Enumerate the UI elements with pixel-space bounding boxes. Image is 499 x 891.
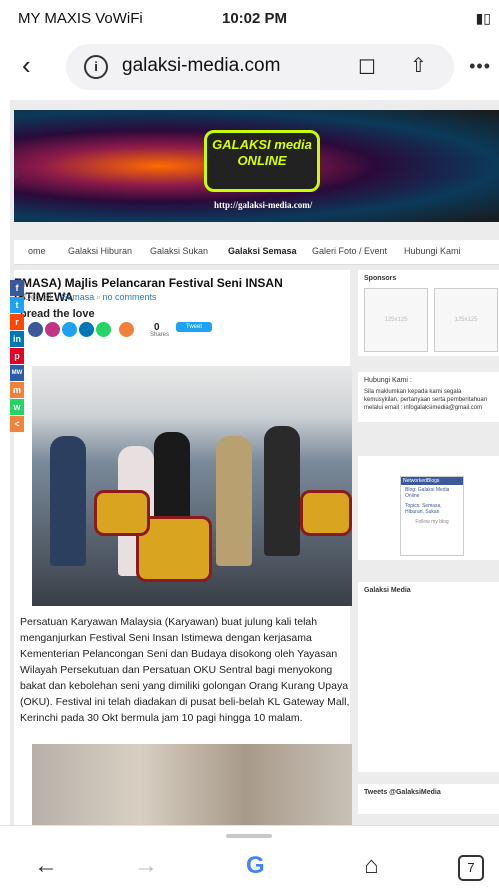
url-text[interactable]: galaksi-media.com [122, 55, 280, 77]
browser-toolbar: ‹ i galaksi-media.com ☐ ⇧ ••• [0, 36, 499, 98]
drum-image [94, 490, 150, 536]
logo-text: GALAKSI media ONLINE [212, 137, 312, 168]
sponsors-widget: Sponsors 125x125 125x125 [358, 270, 499, 356]
tweet-button[interactable]: Tweet [176, 322, 212, 332]
galaksi-media-widget: Galaksi Media [358, 582, 499, 772]
share-buttons [28, 322, 136, 340]
post-category[interactable]: Semasa [61, 292, 94, 302]
more-menu-icon[interactable]: ••• [469, 56, 491, 77]
tweets-widget: Tweets @GalaksiMedia [358, 784, 499, 814]
left-share-count: 0 [14, 170, 19, 179]
mix-icon[interactable]: m [10, 382, 24, 398]
facebook-icon[interactable] [28, 322, 43, 337]
article-meta: Oct. 31 ▫ Semasa ▫ no comments [24, 292, 157, 302]
sheet-handle[interactable] [226, 834, 272, 838]
contact-text: Sila maklumkan kepada kami segala kemusy… [364, 389, 488, 411]
photo-person [50, 436, 86, 566]
whatsapp-icon[interactable]: w [10, 399, 24, 415]
nb-topics: Topics: Semasa, Hiburan, Sukan [405, 503, 442, 515]
tweets-heading[interactable]: Tweets @GalaksiMedia [364, 789, 441, 796]
article-photo[interactable] [32, 366, 352, 606]
article-photo-collage[interactable] [32, 744, 352, 825]
linkedin-icon[interactable] [79, 322, 94, 337]
spread-label: pread the love [20, 308, 95, 320]
tab-switcher-button[interactable]: 7 [458, 855, 484, 881]
share-icon[interactable] [119, 322, 134, 337]
share-icon[interactable]: ⇧ [410, 53, 427, 78]
share-icon[interactable]: < [10, 416, 24, 432]
info-icon[interactable]: i [84, 55, 108, 79]
nb-blog: Blog: Galaksi Media Online [405, 487, 450, 499]
bookmark-icon[interactable]: ☐ [358, 55, 376, 80]
reddit-icon[interactable]: r [10, 314, 24, 330]
nav-galeri[interactable]: Galeri Foto / Event [312, 246, 387, 256]
home-icon[interactable]: ⌂ [364, 852, 379, 880]
contact-heading: Hubungi Kami : [364, 377, 412, 384]
contact-widget: Hubungi Kami : Sila maklumkan kepada kam… [358, 372, 499, 422]
back-arrow-icon[interactable]: ← [34, 852, 58, 880]
linkedin-icon[interactable]: in [10, 331, 24, 347]
web-content[interactable]: GALAKSI media ONLINE http://galaksi-medi… [10, 100, 499, 825]
drum-image [300, 490, 352, 536]
back-chevron-icon[interactable]: ‹ [22, 50, 31, 81]
photo-person [264, 426, 300, 556]
nav-home[interactable]: ome [28, 246, 46, 256]
browser-bottom-bar: ← → G ⌂ 7 [0, 825, 499, 891]
whatsapp-icon[interactable] [96, 322, 111, 337]
site-nav: ome Galaksi Hiburan Galaksi Sukan Galaks… [14, 240, 499, 265]
assistant-icon[interactable]: G [246, 852, 265, 880]
clock: 10:02 PM [222, 10, 288, 27]
site-banner[interactable]: GALAKSI media ONLINE http://galaksi-medi… [14, 110, 499, 222]
share-count-label: Shares [150, 332, 170, 338]
article-body: Persatuan Karyawan Malaysia (Karyawan) b… [20, 616, 350, 724]
site-logo[interactable]: GALAKSI media ONLINE [204, 130, 320, 192]
sponsors-heading: Sponsors [364, 275, 397, 282]
nb-follow[interactable]: Follow my blog [401, 517, 463, 527]
ad-slot[interactable]: 125x125 [364, 288, 428, 352]
floating-share-bar: f t r in p MW m w < [10, 280, 24, 433]
networkedblogs-widget: NetworkedBlogs Blog: Galaksi Media Onlin… [358, 456, 499, 560]
banner-url[interactable]: http://galaksi-media.com/ [214, 200, 312, 210]
galaksi-media-heading: Galaksi Media [364, 587, 411, 594]
nav-semasa[interactable]: Galaksi Semasa [228, 246, 297, 256]
nav-hubungi[interactable]: Hubungi Kami [404, 246, 461, 256]
nav-sukan[interactable]: Galaksi Sukan [150, 246, 208, 256]
address-bar[interactable]: i galaksi-media.com ☐ ⇧ [66, 44, 454, 90]
status-bar: MY MAXIS VoWiFi 10:02 PM ▮▯ [0, 0, 499, 36]
nav-hiburan[interactable]: Galaksi Hiburan [68, 246, 132, 256]
ad-slot[interactable]: 125x125 [434, 288, 498, 352]
pinterest-icon[interactable]: p [10, 348, 24, 364]
battery-icon: ▮▯ [475, 10, 491, 26]
mewe-icon[interactable]: MW [10, 365, 24, 381]
facebook-icon[interactable]: f [10, 280, 24, 296]
photo-person [216, 436, 252, 566]
forward-arrow-icon[interactable]: → [134, 852, 158, 880]
article: EMASA) Majlis Pelancaran Festival Seni I… [14, 270, 352, 825]
twitter-icon[interactable]: t [10, 297, 24, 313]
instagram-icon[interactable] [45, 322, 60, 337]
post-date: Oct. 31 [24, 292, 54, 302]
twitter-icon[interactable] [62, 322, 77, 337]
post-comments[interactable]: no comments [102, 292, 156, 302]
nb-header: NetworkedBlogs [401, 477, 463, 485]
networkedblogs-card[interactable]: NetworkedBlogs Blog: Galaksi Media Onlin… [400, 476, 464, 556]
carrier-label: MY MAXIS VoWiFi [18, 10, 143, 27]
